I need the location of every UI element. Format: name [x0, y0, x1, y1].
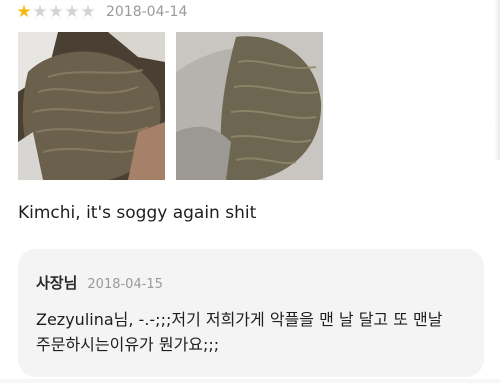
- owner-reply: 사장님 2018-04-15 Zezyulina님, -.-;;;저기 저희가게…: [18, 249, 484, 377]
- star-icon-empty: ★: [32, 1, 48, 22]
- review-photo-2[interactable]: [176, 32, 323, 180]
- reply-text: Zezyulina님, -.-;;;저기 저희가게 악플을 맨 날 달고 또 맨…: [36, 310, 443, 354]
- review-photos: [18, 32, 323, 180]
- review-date: 2018-04-14: [106, 4, 188, 20]
- star-icon-empty: ★: [48, 1, 64, 22]
- star-icon-empty: ★: [64, 1, 80, 22]
- review-header: ★ ★ ★ ★ ★ 2018-04-14: [16, 0, 187, 24]
- reply-header: 사장님 2018-04-15: [36, 272, 163, 293]
- scroll-edge: [494, 0, 500, 160]
- star-icon-empty: ★: [80, 1, 96, 22]
- noodle-photo-icon: [18, 32, 165, 180]
- noodle-photo-icon: [176, 32, 323, 180]
- review-photo-1[interactable]: [18, 32, 165, 180]
- star-icon-filled: ★: [16, 1, 32, 22]
- reply-author: 사장님: [36, 274, 78, 292]
- star-rating: ★ ★ ★ ★ ★: [16, 1, 96, 22]
- review-text: Kimchi, it's soggy again shit: [18, 203, 257, 223]
- bottom-edge: [0, 379, 500, 383]
- reply-date: 2018-04-15: [87, 277, 163, 292]
